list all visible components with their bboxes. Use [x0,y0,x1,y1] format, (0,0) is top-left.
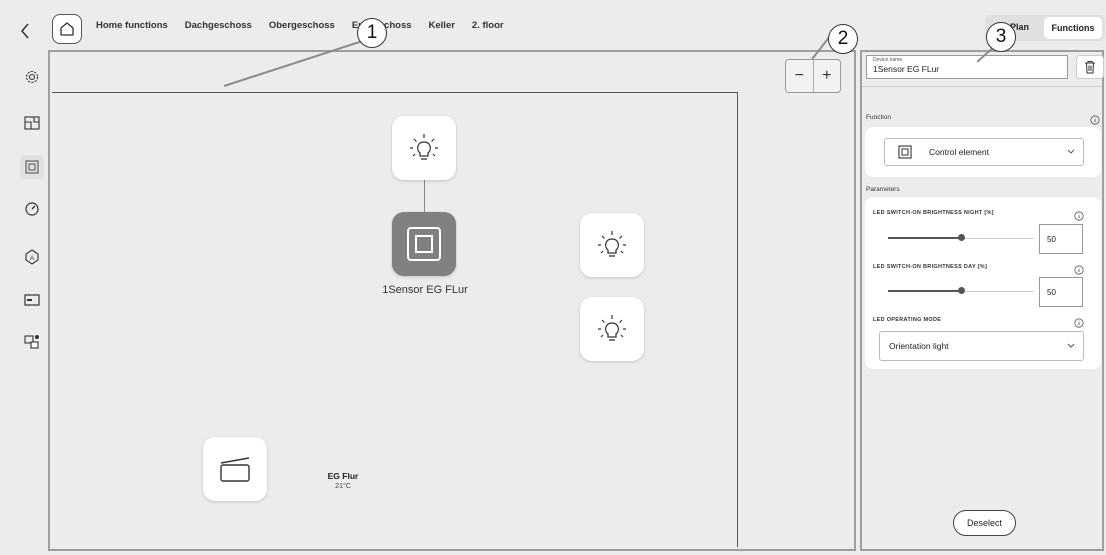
brightness-night-input[interactable]: 50 [1039,224,1083,254]
gauge-icon[interactable] [20,197,44,221]
chevron-down-icon [1067,343,1075,348]
brightness-day-slider-fill [888,290,961,292]
zoom-out-button[interactable]: − [786,60,814,92]
floor-tabs: Home functions Dachgeschoss Obergeschoss… [96,20,504,31]
parameters-section-title: Parameters [866,186,900,193]
panel-icon[interactable] [20,155,44,179]
info-icon[interactable] [1074,262,1084,275]
automation-icon[interactable]: A [20,245,44,269]
gear-icon[interactable] [20,65,44,89]
light-device-tile[interactable] [392,116,456,180]
tab-keller[interactable]: Keller [429,20,455,31]
brightness-day-input[interactable]: 50 [1039,277,1083,307]
zoom-control: − + [785,59,841,93]
brightness-night-slider-fill [888,237,961,239]
room-temperature: 21°C [335,483,351,490]
light-device-tile[interactable] [580,213,644,277]
brightness-night-slider-handle[interactable] [957,234,965,241]
tab-dachgeschoss[interactable]: Dachgeschoss [185,20,252,31]
tab-functions[interactable]: Functions [1044,17,1102,39]
callout-1-marker: 1 [357,18,387,48]
device-name-field[interactable]: Device name 1Sensor EG FLur [866,55,1068,79]
light-bulb-icon [598,315,626,341]
tab-obergeschoss[interactable]: Obergeschoss [269,20,335,31]
function-select[interactable]: Control element [884,138,1084,166]
light-bulb-icon [410,134,438,160]
home-button[interactable] [52,14,82,44]
trash-icon [1085,61,1095,74]
light-bulb-icon [598,231,626,257]
selected-sensor-tile[interactable] [392,212,456,276]
callout-2-marker: 2 [828,24,858,54]
back-chevron-icon[interactable] [20,23,34,43]
control-element-icon [898,145,912,159]
display-icon[interactable] [20,288,44,312]
house-icon [60,22,74,36]
param-label-mode: LED OPERATING MODE [873,317,942,323]
device-connector-line [424,180,425,212]
panel-divider [862,86,1102,87]
param-label-day: LED SWITCH-ON BRIGHTNESS DAY [%] [873,264,988,270]
info-icon[interactable] [1090,112,1100,125]
devices-icon[interactable] [20,330,44,354]
svg-text:A: A [30,255,35,262]
info-icon[interactable] [1074,208,1084,221]
callout-3-marker: 3 [986,22,1016,52]
delete-button[interactable] [1076,55,1104,79]
operating-mode-select[interactable]: Orientation light [879,331,1084,361]
tab-2-floor[interactable]: 2. floor [472,20,504,31]
light-device-tile[interactable] [580,297,644,361]
control-element-icon [407,227,441,261]
device-name-value: 1Sensor EG FLur [873,64,940,74]
room-device-tile[interactable] [203,437,267,501]
zoom-in-button[interactable]: + [814,60,841,92]
tab-home-functions[interactable]: Home functions [96,20,168,31]
deselect-button[interactable]: Deselect [953,510,1016,536]
device-name-label: Device name [873,57,903,63]
param-label-night: LED SWITCH-ON BRIGHTNESS NIGHT [%] [873,210,994,216]
floorplan-icon[interactable] [20,111,44,135]
selected-device-label: 1Sensor EG FLur [382,284,468,296]
chevron-down-icon [1067,149,1075,154]
info-icon[interactable] [1074,315,1084,328]
function-section-title: Function [866,114,891,121]
brightness-day-slider-handle[interactable] [957,287,965,294]
blind-icon [220,457,250,482]
function-select-value: Control element [929,147,990,157]
room-name: EG Flur [327,471,359,481]
operating-mode-value: Orientation light [889,341,949,351]
